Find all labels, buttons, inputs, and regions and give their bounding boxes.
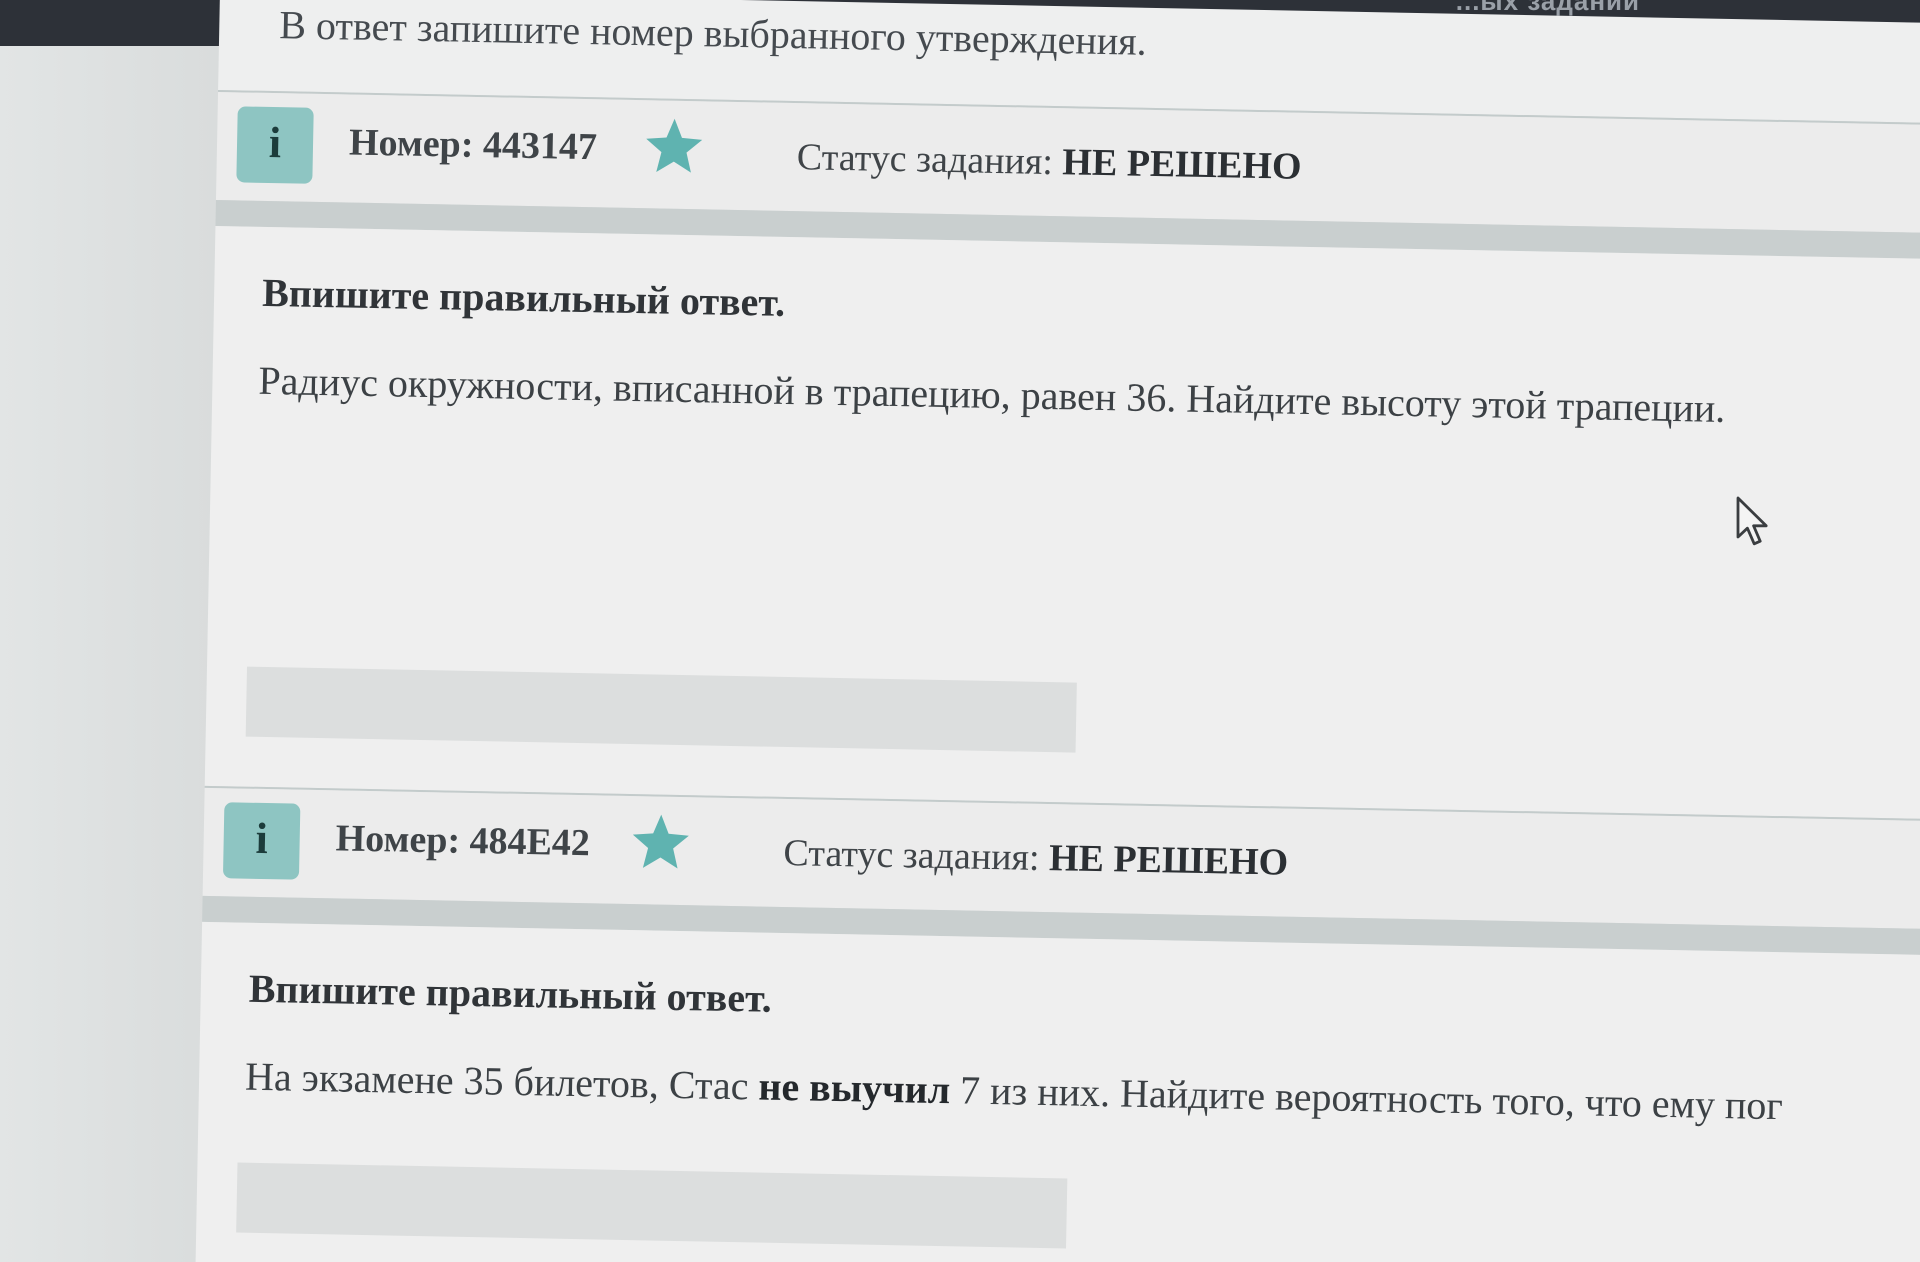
task-number: Номер: 484E42 — [335, 817, 591, 865]
task-number: Номер: 443147 — [348, 121, 598, 169]
task-status-label: Статус задания: — [783, 831, 1040, 879]
task-question-emphasis: не выучил — [758, 1063, 951, 1113]
task-list: В ответ запишите номер выбранного утверж… — [195, 0, 1920, 1262]
task-instruction: Впишите правильный ответ. — [261, 269, 786, 325]
task-status-value: НЕ РЕШЕНО — [1048, 837, 1289, 884]
task-question: Радиус окружности, вписанной в трапецию,… — [258, 357, 1726, 431]
answer-input[interactable] — [245, 666, 1077, 753]
task-body: Впишите правильный ответ. На экзамене 35… — [195, 921, 1920, 1262]
task-question-part: 7 из них. Найдите вероятность того, что … — [949, 1067, 1784, 1129]
task-question-part: На экзамене 35 билетов, Стас — [244, 1053, 759, 1109]
task-body: Впишите правильный ответ. Радиус окружно… — [204, 225, 1920, 820]
star-icon[interactable] — [628, 810, 693, 875]
mouse-pointer-icon — [1736, 496, 1768, 546]
task-status: Статус задания: НЕ РЕШЕНО — [796, 135, 1301, 189]
answer-input[interactable] — [236, 1162, 1068, 1249]
info-icon[interactable]: i — [236, 106, 314, 184]
previous-task-text: В ответ запишите номер выбранного утверж… — [278, 2, 1148, 64]
task-status: Статус задания: НЕ РЕШЕНО — [783, 831, 1288, 885]
star-icon[interactable] — [641, 114, 706, 179]
task-instruction: Впишите правильный ответ. — [248, 965, 773, 1021]
task-status-label: Статус задания: — [796, 136, 1054, 184]
screen: ...ых заданий В ответ запишите номер выб… — [0, 0, 1920, 1262]
task-question: На экзамене 35 билетов, Стас не выучил 7… — [245, 1053, 1784, 1130]
info-icon[interactable]: i — [222, 802, 301, 880]
task-status-value: НЕ РЕШЕНО — [1062, 141, 1302, 188]
